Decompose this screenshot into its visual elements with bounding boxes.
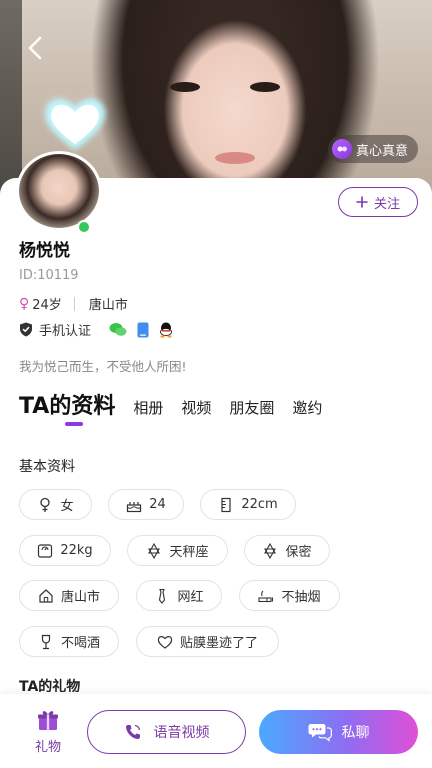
follow-button[interactable]: 关注 <box>338 187 418 217</box>
phone-verified-label: 手机认证 <box>39 324 92 339</box>
info-chip-weight: 22kg <box>19 535 111 566</box>
follow-label: 关注 <box>373 196 400 212</box>
profile-tabs: TA的资料 相册 视频 朋友圈 邀约 <box>19 388 322 426</box>
star-icon <box>264 542 277 559</box>
tab-videos[interactable]: 视频 <box>181 397 211 420</box>
chip-label: 22kg <box>60 543 93 558</box>
info-chip-drinking: 不喝酒 <box>19 626 119 657</box>
photo-detail <box>250 82 280 92</box>
cake-icon <box>127 501 142 512</box>
sincere-badge-label: 真心真意 <box>355 143 408 159</box>
profile-city: 唐山市 <box>88 298 128 313</box>
tab-moments[interactable]: 朋友圈 <box>229 397 274 420</box>
plus-icon <box>356 196 368 208</box>
chip-label: 保密 <box>285 545 312 560</box>
back-button[interactable] <box>24 34 48 62</box>
height-icon <box>221 497 231 512</box>
phone-icon <box>137 322 149 337</box>
info-chip-occupation: 网红 <box>136 580 222 611</box>
cigarette-icon <box>258 590 274 602</box>
gifts-section-title: TA的礼物 <box>19 679 81 692</box>
star-icon <box>148 542 161 559</box>
info-chip-smoking: 不抽烟 <box>239 580 340 611</box>
profile-bio: 我为悦己而生，不受他人所困! <box>19 359 187 374</box>
profile-name: 杨悦悦 <box>19 241 70 261</box>
info-chip-age: 24 <box>108 489 184 520</box>
previous-photo-edge <box>0 0 22 200</box>
verification-row: 手机认证 <box>19 320 173 339</box>
chevron-left-icon <box>28 36 42 60</box>
divider <box>73 296 75 311</box>
chat-bubble-icon <box>308 724 332 742</box>
wine-glass-icon <box>41 634 51 649</box>
wechat-icon <box>109 323 127 336</box>
profile-age: 24岁 <box>32 298 62 313</box>
chip-label: 贴膜墨迹了了 <box>179 636 258 651</box>
tab-album[interactable]: 相册 <box>133 397 163 420</box>
qq-icon <box>160 322 172 338</box>
bottom-action-bar: 礼物 语音视频 私聊 <box>0 694 432 768</box>
chip-label: 天秤座 <box>169 545 209 560</box>
basic-info-title: 基本资料 <box>19 459 75 475</box>
female-icon: ♀ <box>19 295 30 312</box>
chip-label: 不抽烟 <box>281 590 321 605</box>
tie-icon <box>159 588 166 604</box>
scale-icon <box>38 543 53 558</box>
gift-button[interactable]: 礼物 <box>28 708 68 755</box>
info-chip-gender: 女 <box>19 489 92 520</box>
chip-label: 女 <box>60 499 74 514</box>
gift-icon <box>38 711 58 730</box>
info-chip-privacy: 保密 <box>244 535 330 566</box>
info-chip-zodiac: 天秤座 <box>127 535 228 566</box>
phone-call-icon <box>125 724 140 739</box>
sincere-badge: 真心真意 <box>327 135 418 163</box>
home-icon <box>39 588 53 603</box>
chip-label: 不喝酒 <box>60 636 100 651</box>
profile-id: ID:10119 <box>19 268 79 283</box>
info-chip-motto: 贴膜墨迹了了 <box>136 626 279 657</box>
gift-label: 礼物 <box>34 740 61 755</box>
sincere-icon <box>331 139 352 159</box>
chip-label: 24 <box>149 497 166 512</box>
shield-check-icon <box>20 322 32 337</box>
private-chat-label: 私聊 <box>341 725 370 741</box>
photo-detail <box>215 152 255 164</box>
chip-label: 22cm <box>241 497 278 512</box>
female-icon <box>40 497 51 512</box>
tab-profile-info[interactable]: TA的资料 <box>19 388 115 426</box>
photo-detail <box>170 82 200 92</box>
heart-sticker-icon <box>45 98 105 150</box>
private-chat-button[interactable]: 私聊 <box>259 710 418 754</box>
heart-icon <box>157 635 173 649</box>
chip-label: 网红 <box>177 590 204 605</box>
voice-video-label: 语音视频 <box>153 725 210 741</box>
info-chip-height: 22cm <box>200 489 296 520</box>
voice-video-button[interactable]: 语音视频 <box>87 710 246 754</box>
tab-invitations[interactable]: 邀约 <box>292 397 322 420</box>
age-city-row: ♀ 24岁 唐山市 <box>19 294 128 314</box>
chip-label: 唐山市 <box>60 590 100 605</box>
avatar[interactable] <box>16 151 102 231</box>
online-status-dot <box>77 220 91 234</box>
info-chip-city: 唐山市 <box>19 580 119 611</box>
